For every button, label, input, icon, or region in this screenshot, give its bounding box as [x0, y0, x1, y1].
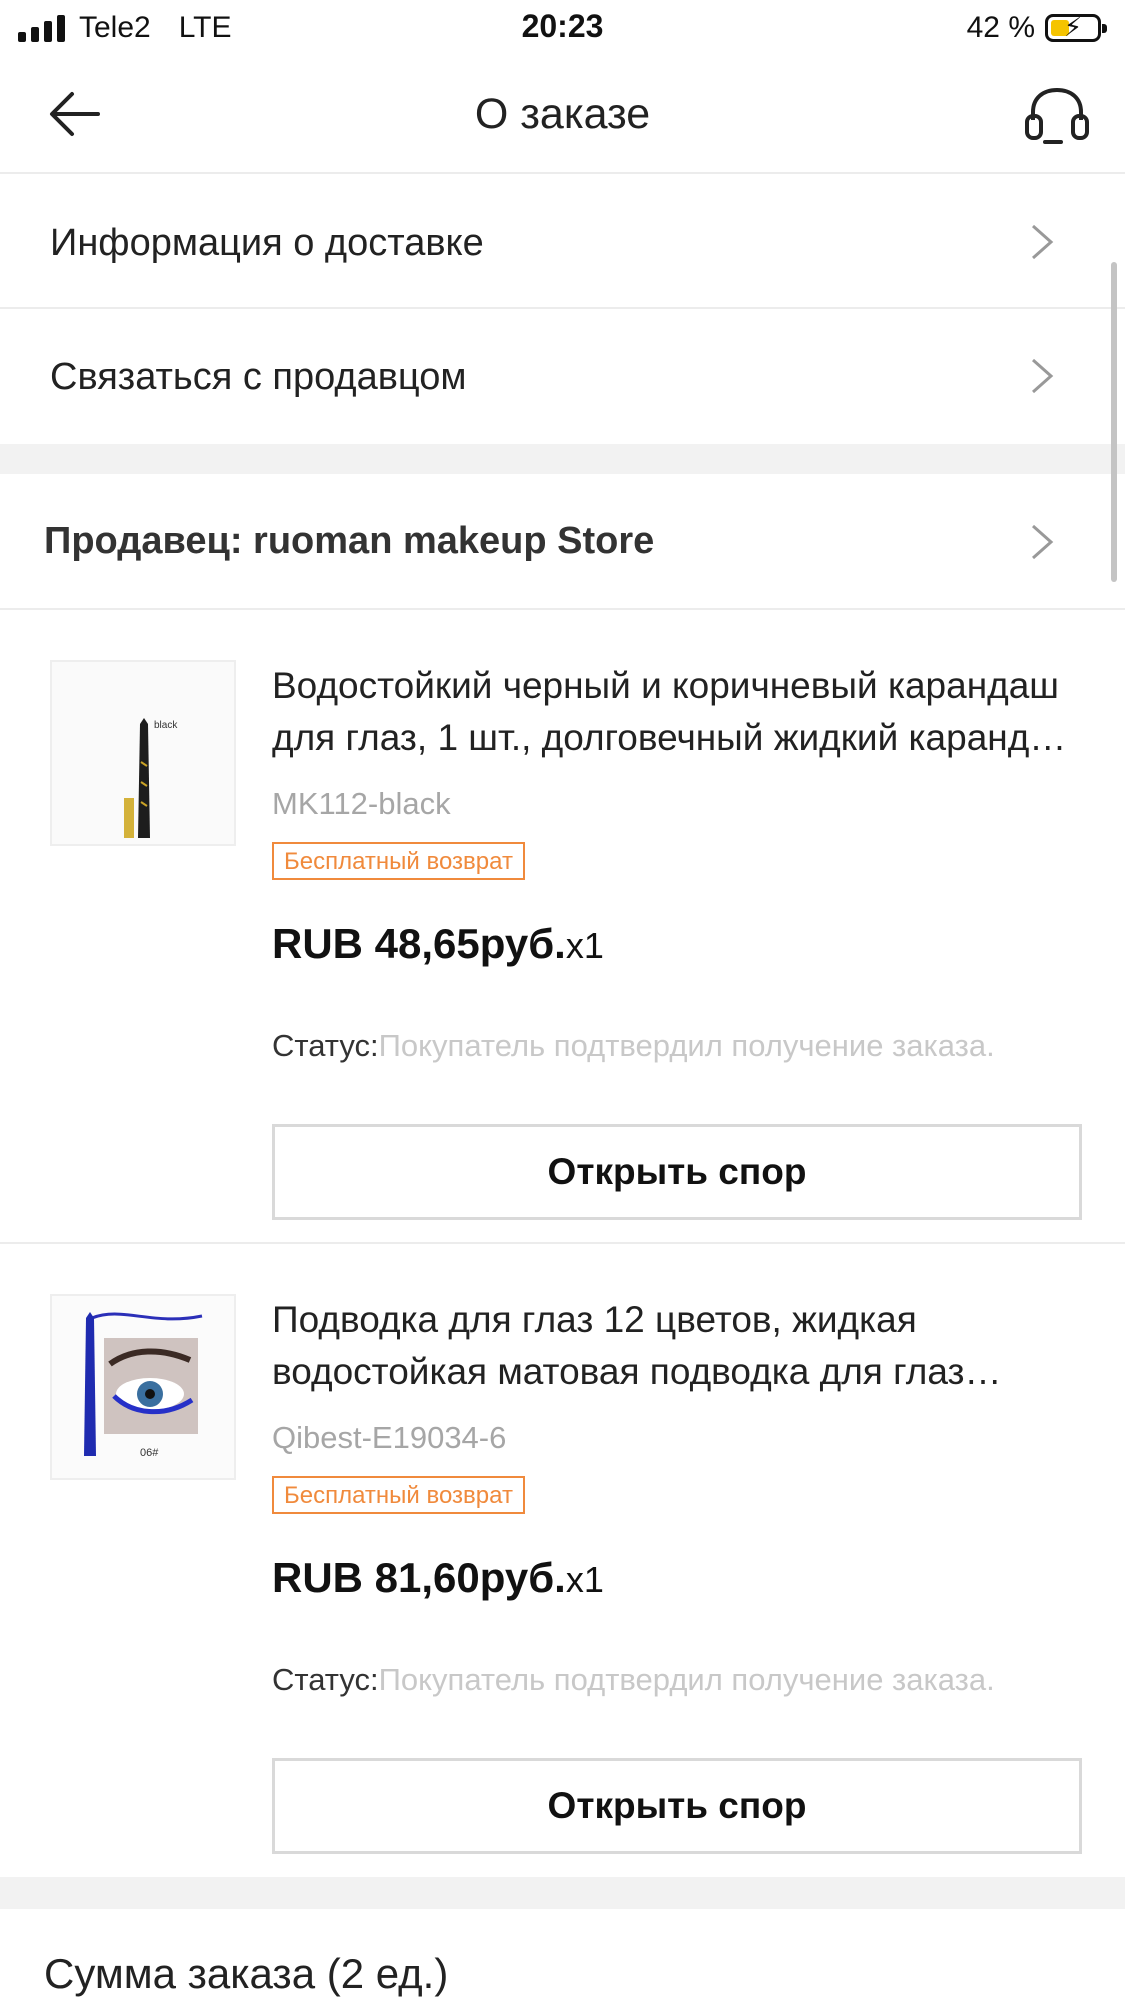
charging-bolt-icon: ⚡	[1063, 12, 1083, 42]
order-status: Статус:Покупатель подтвердил получение з…	[272, 1662, 995, 1698]
product-sku: Qibest-E19034-6	[272, 1420, 507, 1455]
nav-header: О заказе	[0, 56, 1125, 174]
product-price: RUB 81,60руб.x1	[272, 1554, 604, 1602]
order-item: black Водостойкий черный и коричневый ка…	[0, 610, 1125, 1242]
image-caption: 06#	[140, 1447, 159, 1459]
battery-icon: ⚡	[1045, 12, 1107, 42]
price-value: RUB 48,65руб.	[272, 920, 566, 967]
contact-seller-label: Связаться с продавцом	[50, 356, 467, 398]
product-image[interactable]: black	[50, 660, 236, 846]
status-label: Статус:	[272, 1028, 379, 1063]
order-summary-label: Сумма заказа (2 ед.)	[44, 1950, 449, 1997]
delivery-info-row[interactable]: Информация о доставке	[0, 176, 1125, 309]
status-label: Статус:	[272, 1662, 379, 1697]
status-value: Покупатель подтвердил получение заказа.	[378, 1662, 995, 1697]
battery-percent: 42 %	[966, 11, 1035, 44]
product-image[interactable]: 06#	[50, 1294, 236, 1480]
status-bar: Tele2 LTE 20:23 42 % ⚡	[0, 0, 1125, 56]
open-dispute-button[interactable]: Открыть спор	[272, 1124, 1082, 1220]
chevron-right-icon	[1032, 358, 1054, 394]
free-return-badge: Бесплатный возврат	[272, 1476, 525, 1514]
clock: 20:23	[521, 8, 604, 44]
status-value: Покупатель подтвердил получение заказа.	[378, 1028, 995, 1063]
support-button[interactable]	[1021, 84, 1093, 148]
quantity: x1	[565, 1559, 604, 1600]
price-value: RUB 81,60руб.	[272, 1554, 566, 1601]
image-caption: black	[154, 720, 178, 731]
chevron-right-icon	[1032, 224, 1054, 260]
product-price: RUB 48,65руб.x1	[272, 920, 604, 968]
product-sku: MK112-black	[272, 786, 451, 821]
product-title[interactable]: Водостойкий черный и коричневый карандаш…	[272, 660, 1082, 764]
eyeliner-liquid-image: 06#	[52, 1296, 234, 1478]
headset-icon	[1025, 87, 1089, 144]
section-separator	[0, 1877, 1125, 1909]
quantity: x1	[565, 925, 604, 966]
eyeliner-pencil-image: black	[52, 662, 234, 844]
free-return-badge: Бесплатный возврат	[272, 842, 525, 880]
order-status: Статус:Покупатель подтвердил получение з…	[272, 1028, 995, 1064]
delivery-info-label: Информация о доставке	[50, 222, 484, 264]
product-title[interactable]: Подводка для глаз 12 цветов, жидкая водо…	[272, 1294, 1082, 1398]
page-title: О заказе	[474, 90, 651, 138]
order-item: 06# Подводка для глаз 12 цветов, жидкая …	[0, 1244, 1125, 1876]
contact-seller-row[interactable]: Связаться с продавцом	[0, 310, 1125, 444]
seller-name: Продавец: ruoman makeup Store	[44, 520, 655, 562]
scrollbar[interactable]	[1111, 262, 1117, 582]
open-dispute-button[interactable]: Открыть спор	[272, 1758, 1082, 1854]
chevron-right-icon	[1032, 524, 1054, 560]
section-separator	[0, 444, 1125, 474]
seller-row[interactable]: Продавец: ruoman makeup Store	[0, 474, 1125, 610]
